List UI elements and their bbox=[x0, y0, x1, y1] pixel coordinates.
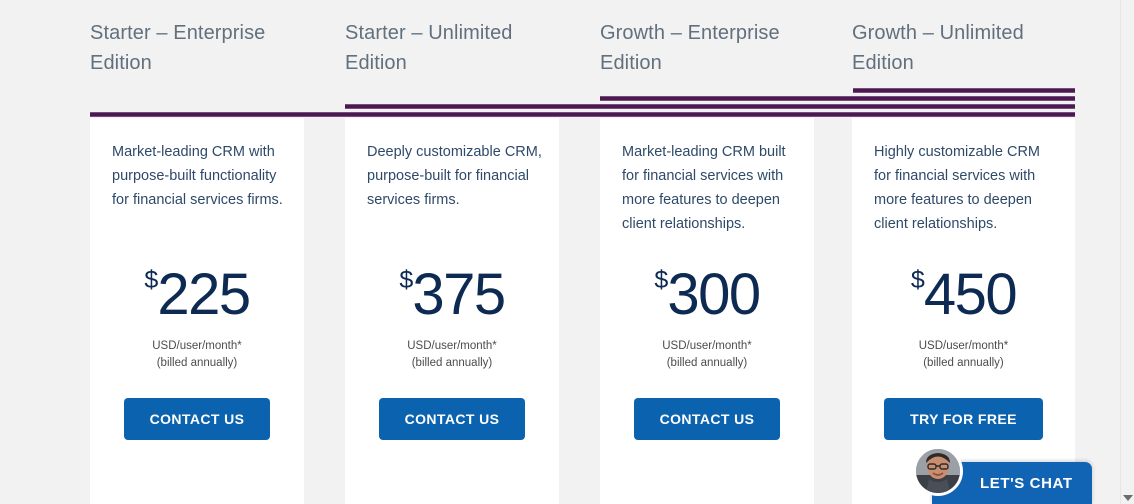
price-unit: USD/user/month* bbox=[407, 340, 497, 352]
pricing-card-starter-unlimited: Deeply customizable CRM, purpose-built f… bbox=[345, 118, 559, 504]
card-description: Deeply customizable CRM, purpose-built f… bbox=[367, 144, 542, 208]
pricing-page: Starter – Enterprise Edition Starter – U… bbox=[0, 0, 1134, 504]
price-note: USD/user/month* (billed annually) bbox=[345, 338, 559, 372]
price-value: $300 bbox=[600, 266, 814, 324]
price-amount: 450 bbox=[923, 262, 1018, 327]
currency-symbol: $ bbox=[399, 266, 413, 294]
try-for-free-button[interactable]: TRY FOR FREE bbox=[884, 398, 1043, 440]
price-block: $375 USD/user/month* (billed annually) bbox=[345, 266, 559, 372]
billing-note: (billed annually) bbox=[666, 357, 748, 369]
lets-chat-label: LET'S CHAT bbox=[980, 474, 1073, 492]
cta-wrapper: CONTACT US bbox=[90, 398, 304, 440]
price-value: $225 bbox=[90, 266, 304, 324]
cta-wrapper: TRY FOR FREE bbox=[852, 398, 1075, 440]
column-title-starter-enterprise: Starter – Enterprise Edition bbox=[90, 22, 266, 74]
price-amount: 375 bbox=[412, 262, 506, 327]
pricing-card-growth-enterprise: Market-leading CRM built for financial s… bbox=[600, 118, 814, 504]
column-title-growth-unlimited: Growth – Unlimited Edition bbox=[852, 22, 1024, 74]
price-unit: USD/user/month* bbox=[152, 340, 242, 352]
column-title-starter-unlimited: Starter – Unlimited Edition bbox=[345, 22, 513, 74]
price-note: USD/user/month* (billed annually) bbox=[852, 338, 1075, 372]
billing-note: (billed annually) bbox=[923, 357, 1004, 369]
pricing-column-headings: Starter – Enterprise Edition Starter – U… bbox=[90, 0, 1075, 118]
contact-us-button[interactable]: CONTACT US bbox=[378, 398, 526, 440]
pricing-card-starter-enterprise: Market-leading CRM with purpose-built fu… bbox=[90, 118, 304, 504]
contact-us-button[interactable]: CONTACT US bbox=[123, 398, 271, 440]
card-description: Market-leading CRM with purpose-built fu… bbox=[112, 144, 283, 208]
currency-symbol: $ bbox=[910, 266, 925, 294]
chevron-down-icon[interactable] bbox=[1123, 495, 1133, 501]
card-description: Highly customizable CRM for financial se… bbox=[874, 144, 1040, 232]
pricing-card-group: Market-leading CRM with purpose-built fu… bbox=[90, 118, 1075, 504]
billing-note: (billed annually) bbox=[156, 357, 238, 369]
cta-wrapper: CONTACT US bbox=[600, 398, 814, 440]
price-value: $450 bbox=[852, 266, 1075, 324]
chat-agent-avatar[interactable] bbox=[913, 446, 963, 496]
price-unit: USD/user/month* bbox=[662, 340, 752, 352]
price-value: $375 bbox=[345, 266, 559, 324]
billing-note: (billed annually) bbox=[411, 357, 493, 369]
contact-us-button[interactable]: CONTACT US bbox=[633, 398, 781, 440]
price-block: $225 USD/user/month* (billed annually) bbox=[90, 266, 304, 372]
currency-symbol: $ bbox=[654, 266, 668, 294]
price-note: USD/user/month* (billed annually) bbox=[600, 338, 814, 372]
vertical-scrollbar[interactable] bbox=[1120, 0, 1134, 504]
price-block: $300 USD/user/month* (billed annually) bbox=[600, 266, 814, 372]
price-amount: 225 bbox=[157, 262, 251, 327]
cta-wrapper: CONTACT US bbox=[345, 398, 559, 440]
pricing-card-growth-unlimited: Highly customizable CRM for financial se… bbox=[852, 118, 1075, 504]
price-block: $450 USD/user/month* (billed annually) bbox=[852, 266, 1075, 372]
price-amount: 300 bbox=[667, 262, 761, 327]
column-title-growth-enterprise: Growth – Enterprise Edition bbox=[600, 22, 780, 74]
currency-symbol: $ bbox=[144, 266, 158, 294]
card-description: Market-leading CRM built for financial s… bbox=[622, 144, 786, 232]
price-unit: USD/user/month* bbox=[918, 340, 1009, 352]
price-note: USD/user/month* (billed annually) bbox=[90, 338, 304, 372]
